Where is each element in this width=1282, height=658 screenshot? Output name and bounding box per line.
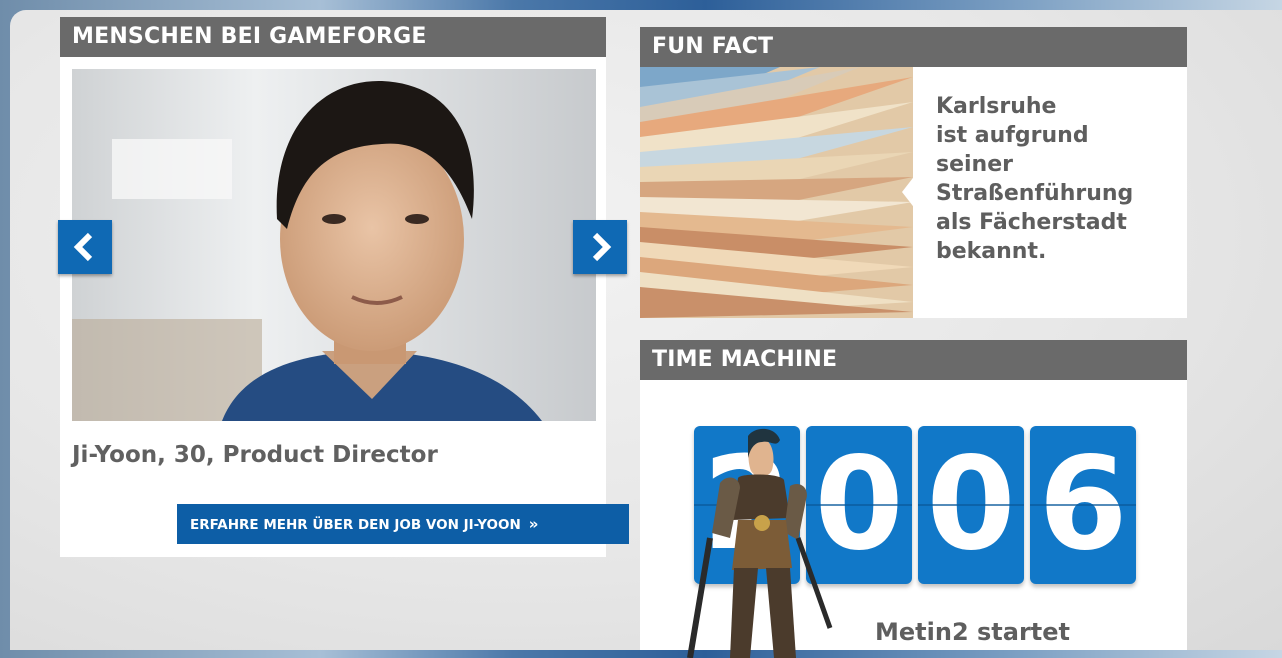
timemachine-caption: Metin2 startet: [875, 618, 1071, 646]
prev-employee-button[interactable]: [58, 220, 112, 274]
year-digit: 0: [918, 426, 1024, 584]
job-details-link[interactable]: ERFAHRE MEHR ÜBER DEN JOB VON JI-YOON »: [177, 504, 629, 544]
chevron-left-icon: [73, 232, 93, 262]
timemachine-panel-title: TIME MACHINE: [640, 340, 1187, 380]
funfact-text: Karlsruhe ist aufgrund seiner Straßenfüh…: [936, 92, 1176, 266]
timemachine-card: 2 0 0 6 Metin2 startet: [640, 380, 1187, 658]
funfact-line: ist aufgrund: [936, 123, 1089, 148]
funfact-line: bekannt.: [936, 239, 1047, 264]
year-digit: 6: [1030, 426, 1136, 584]
funfact-line: Karlsruhe: [936, 94, 1057, 119]
fan-image: [640, 67, 913, 318]
people-panel-title: MENSCHEN BEI GAMEFORGE: [60, 17, 606, 57]
double-chevron-right-icon: »: [528, 515, 539, 533]
people-card: Ji-Yoon, 30, Product Director: [60, 57, 606, 557]
employee-caption: Ji-Yoon, 30, Product Director: [72, 442, 438, 468]
funfact-panel-title: FUN FACT: [640, 27, 1187, 67]
employee-photo: [72, 69, 596, 421]
next-employee-button[interactable]: [573, 220, 627, 274]
job-details-link-label: ERFAHRE MEHR ÜBER DEN JOB VON JI-YOON: [190, 517, 521, 533]
funfact-card: Karlsruhe ist aufgrund seiner Straßenfüh…: [640, 67, 1187, 318]
funfact-line: als Fächerstadt: [936, 210, 1127, 235]
funfact-line: seiner: [936, 152, 1013, 177]
chevron-right-icon: [592, 232, 612, 262]
funfact-line: Straßenführung: [936, 181, 1134, 206]
fan-pointer: [902, 174, 916, 210]
game-character-illustration: [687, 428, 833, 658]
